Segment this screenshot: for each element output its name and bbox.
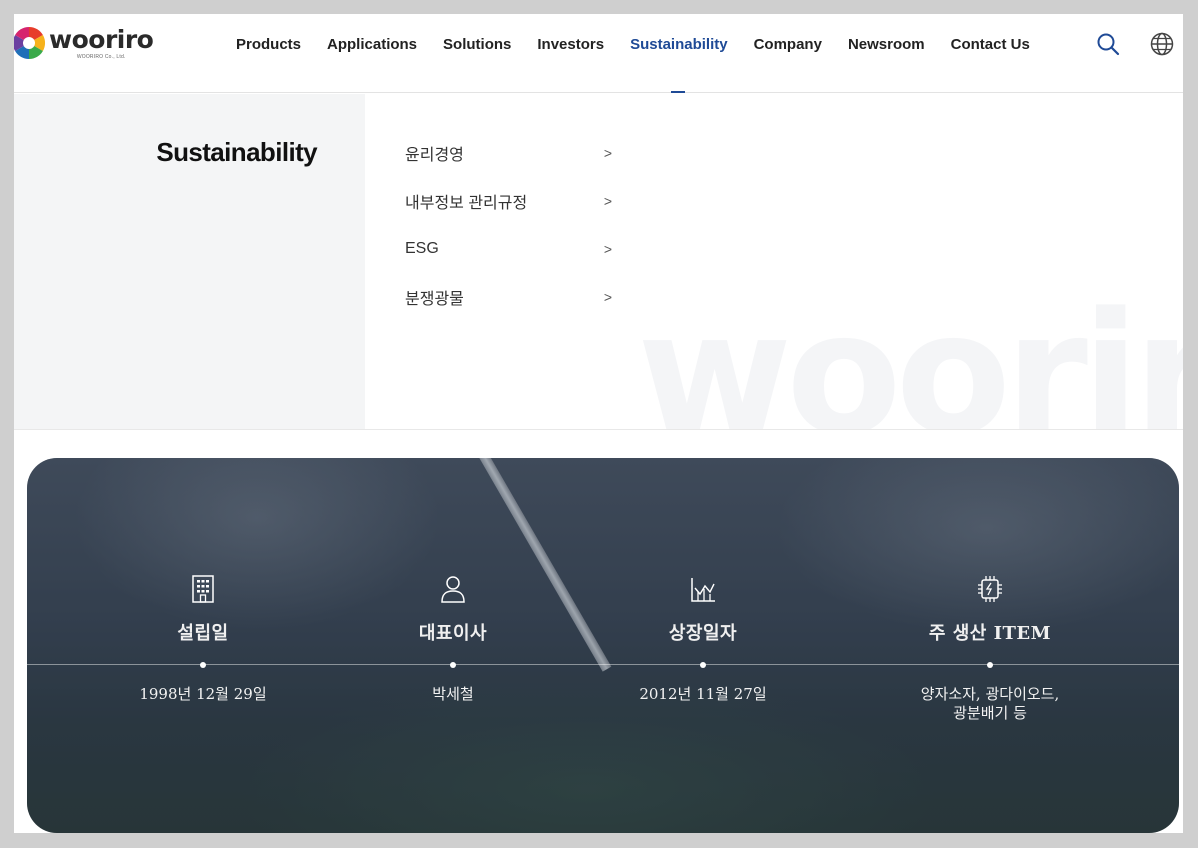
globe-icon <box>1150 32 1174 56</box>
nav-investors[interactable]: Investors <box>537 14 604 93</box>
submenu-list: 윤리경영 > 내부정보 관리규정 > ESG > 분쟁광물 > <box>405 129 612 321</box>
main-nav: Products Applications Solutions Investor… <box>236 14 1056 93</box>
nav-sustainability[interactable]: Sustainability <box>630 14 728 93</box>
building-icon <box>192 575 214 603</box>
mega-menu-side: Sustainability <box>14 94 365 430</box>
timeline-dot <box>700 662 706 668</box>
logo-subtitle: WOORIRO Co., Ltd. <box>76 54 126 60</box>
active-nav-indicator <box>671 91 686 93</box>
mega-menu: Sustainability wooriro 윤리경영 > 내부정보 관리규정 … <box>14 94 1183 430</box>
timeline-dot <box>200 662 206 668</box>
nav-label: Newsroom <box>847 36 925 53</box>
nav-label: Products <box>236 36 302 53</box>
brand-watermark: wooriro <box>637 276 1183 430</box>
stat-label: 상장일자 <box>668 623 738 644</box>
mega-menu-title: Sustainability <box>156 137 317 167</box>
submenu-label: 윤리경영 <box>405 147 464 164</box>
logo-wordmark: wooriro <box>49 25 154 54</box>
nav-contact-us[interactable]: Contact Us <box>951 14 1030 93</box>
timeline-dot <box>450 662 456 668</box>
stat-listed-date: 상장일자 2012년 11월 27일 <box>553 574 853 704</box>
chart-icon <box>691 578 715 602</box>
submenu-ethics[interactable]: 윤리경영 > <box>405 129 612 177</box>
nav-company[interactable]: Company <box>754 14 822 93</box>
submenu-label: 분쟁광물 <box>405 291 464 308</box>
logo[interactable]: wooriro WOORIRO Co., Ltd. <box>14 25 154 60</box>
logo-mark-icon <box>14 26 46 60</box>
site-header: wooriro WOORIRO Co., Ltd. Products Appli… <box>14 14 1183 93</box>
nav-label: Applications <box>327 36 418 53</box>
mega-menu-panel: wooriro 윤리경영 > 내부정보 관리규정 > ESG > 분쟁광물 > <box>365 94 1183 430</box>
chevron-right-icon: > <box>603 241 612 257</box>
stat-label: 주 생산 ITEM <box>928 623 1052 644</box>
divider <box>14 429 1183 430</box>
nav-label: Contact Us <box>950 36 1030 53</box>
search-icon <box>1097 33 1120 56</box>
submenu-insider-info-policy[interactable]: 내부정보 관리규정 > <box>405 177 612 225</box>
nav-applications[interactable]: Applications <box>327 14 417 93</box>
search-button[interactable] <box>1095 31 1121 57</box>
nav-solutions[interactable]: Solutions <box>443 14 511 93</box>
submenu-label: ESG <box>405 240 439 257</box>
submenu-conflict-minerals[interactable]: 분쟁광물 > <box>405 273 612 321</box>
company-stats-banner: 설립일 1998년 12월 29일 대표이사 박세철 상장일자 2012년 11… <box>27 458 1179 833</box>
chevron-right-icon: > <box>603 193 612 209</box>
nav-label: Sustainability <box>630 36 728 53</box>
chevron-right-icon: > <box>603 145 612 161</box>
nav-label: Company <box>753 36 822 53</box>
submenu-esg[interactable]: ESG > <box>405 225 612 273</box>
chevron-right-icon: > <box>603 289 612 305</box>
stat-value: 2012년 11월 27일 <box>639 685 767 703</box>
nav-label: Solutions <box>443 36 512 53</box>
nav-newsroom[interactable]: Newsroom <box>848 14 925 93</box>
timeline-dot <box>987 662 993 668</box>
page: wooriro WOORIRO Co., Ltd. Products Appli… <box>14 14 1183 833</box>
stat-value: 양자소자, 광다이오드, 광분배기 등 <box>920 685 1060 722</box>
nav-products[interactable]: Products <box>236 14 301 93</box>
language-button[interactable] <box>1149 31 1175 57</box>
nav-label: Investors <box>537 36 605 53</box>
user-icon <box>441 576 465 603</box>
chip-icon <box>978 576 1002 602</box>
submenu-label: 내부정보 관리규정 <box>405 195 528 212</box>
stat-main-items: 주 생산 ITEM 양자소자, 광다이오드, 광분배기 등 <box>840 574 1140 723</box>
